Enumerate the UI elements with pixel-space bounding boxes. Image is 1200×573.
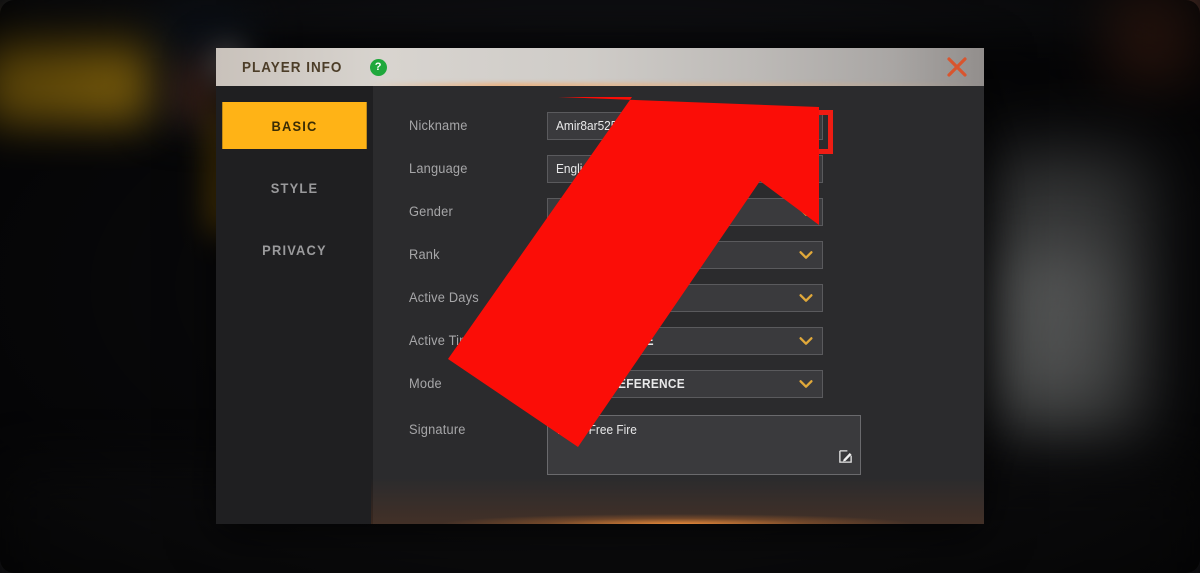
edit-pencil-icon: [839, 450, 852, 463]
refresh-icon: [800, 162, 812, 175]
label-rank: Rank: [409, 247, 440, 262]
form-row-active-time: Active Time NOT AVAILABLE: [409, 319, 954, 362]
form-row-gender: Gender CONFIDENTIAL: [409, 190, 954, 233]
chevron-down-icon[interactable]: [797, 289, 815, 307]
language-refresh-button[interactable]: [797, 160, 815, 178]
player-info-dialog: PLAYER INFO ? BASIC STYLE PRIVACY Nickna…: [216, 48, 984, 524]
page-title: PLAYER INFO: [242, 58, 343, 76]
form-row-signature: Signature I love Free Fire: [409, 415, 954, 475]
form-row-nickname: Nickname Amir8ar5257S: [409, 104, 954, 147]
label-gender: Gender: [409, 204, 453, 219]
label-language: Language: [409, 161, 468, 176]
language-field[interactable]: English: [547, 154, 823, 183]
chevron-down-icon[interactable]: [797, 203, 815, 221]
rank-dropdown[interactable]: CONFIDENTIAL: [547, 240, 823, 269]
dialog-header: PLAYER INFO ?: [216, 48, 984, 86]
signature-textarea[interactable]: I love Free Fire: [547, 415, 861, 475]
form-row-mode: Mode NO PREFERENCE: [409, 362, 954, 405]
label-nickname: Nickname: [409, 118, 468, 133]
rank-value: CONFIDENTIAL: [579, 247, 671, 262]
chevron-down-icon[interactable]: [797, 375, 815, 393]
nickname-edit-button[interactable]: [783, 111, 823, 140]
screenshot-root: PLAYER INFO ? BASIC STYLE PRIVACY Nickna…: [0, 0, 1200, 573]
nickname-field[interactable]: Amir8ar5257S: [547, 111, 823, 140]
form-row-rank: Rank CONFIDENTIAL: [409, 233, 954, 276]
rank-badge-icon: [556, 246, 573, 263]
label-signature: Signature: [409, 422, 466, 437]
gender-dropdown[interactable]: CONFIDENTIAL: [547, 197, 823, 226]
help-circle-icon[interactable]: ?: [369, 58, 387, 76]
mode-value: NO PREFERENCE: [579, 376, 685, 391]
sidebar-item-label: BASIC: [271, 117, 318, 134]
dialog-body: BASIC STYLE PRIVACY Nickname Amir8ar5257…: [216, 86, 984, 524]
sidebar: BASIC STYLE PRIVACY: [216, 86, 373, 524]
mode-dropdown[interactable]: NO PREFERENCE: [547, 369, 823, 398]
mode-icon: [556, 375, 573, 392]
sidebar-item-privacy[interactable]: PRIVACY: [222, 226, 366, 273]
active-days-dropdown[interactable]: CONFIDENTIAL: [547, 283, 823, 312]
sidebar-item-label: PRIVACY: [262, 241, 327, 258]
close-icon[interactable]: [940, 50, 974, 84]
chevron-down-icon[interactable]: [797, 332, 815, 350]
basic-info-form: Nickname Amir8ar5257S Language English G…: [373, 86, 984, 524]
language-value: English: [556, 161, 595, 176]
label-active-days: Active Days: [409, 290, 479, 305]
signature-edit-button[interactable]: [838, 449, 853, 469]
sidebar-item-style[interactable]: STYLE: [222, 164, 366, 211]
form-row-active-days: Active Days CONFIDENTIAL: [409, 276, 954, 319]
active-time-value: NOT AVAILABLE: [556, 333, 654, 348]
label-active-time: Active Time: [409, 333, 478, 348]
label-mode: Mode: [409, 376, 442, 391]
sidebar-item-basic[interactable]: BASIC: [222, 102, 367, 149]
active-time-dropdown[interactable]: NOT AVAILABLE: [547, 326, 823, 355]
signature-value: I love Free Fire: [557, 423, 637, 437]
form-row-language: Language English: [409, 147, 954, 190]
sidebar-item-label: STYLE: [270, 179, 319, 196]
chevron-down-icon[interactable]: [797, 246, 815, 264]
gender-value: CONFIDENTIAL: [556, 204, 648, 219]
edit-pencil-icon: [796, 119, 810, 132]
active-days-value: CONFIDENTIAL: [556, 290, 648, 305]
nickname-value: Amir8ar5257S: [556, 118, 632, 133]
